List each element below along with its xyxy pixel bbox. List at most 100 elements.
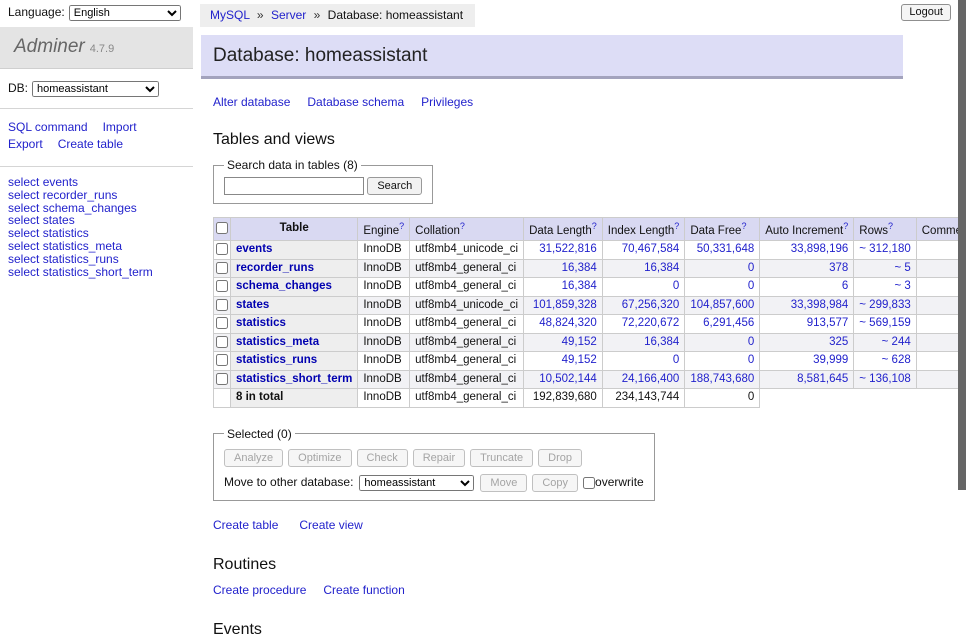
select-link-statistics-short-term[interactable]: select (8, 265, 39, 279)
column-help-link[interactable]: ? (843, 221, 848, 231)
rows-value[interactable]: ~ 312,180 (859, 243, 910, 255)
auto-increment-value[interactable]: 33,398,984 (791, 299, 849, 311)
data-length-value[interactable]: 48,824,320 (539, 317, 597, 329)
index-length-value[interactable]: 0 (673, 280, 679, 292)
breadcrumb-server[interactable]: Server (271, 8, 306, 22)
row-checkbox-states[interactable] (216, 299, 228, 311)
table-name-link-recorder-runs[interactable]: recorder_runs (236, 262, 314, 274)
rows-value[interactable]: ~ 136,108 (859, 373, 910, 385)
column-header-data-free: Data Free? (685, 218, 760, 241)
overwrite-label: overwrite (595, 475, 644, 489)
table-name-link-statistics[interactable]: statistics (236, 317, 286, 329)
sidebar-action-export[interactable]: Export (8, 137, 43, 151)
table-name-link-states[interactable]: states (236, 299, 269, 311)
data-free-value[interactable]: 0 (748, 280, 754, 292)
sidebar-action-sql-command[interactable]: SQL command (8, 120, 88, 134)
table-name-link-statistics-meta[interactable]: statistics_meta (236, 336, 319, 348)
index-length-value[interactable]: 16,384 (644, 262, 679, 274)
create-view-link[interactable]: Create view (299, 518, 362, 532)
move-database-select[interactable]: homeassistant (359, 475, 474, 491)
data-free-value[interactable]: 104,857,600 (690, 299, 754, 311)
table-name-link-schema-changes[interactable]: schema_changes (236, 280, 332, 292)
auto-increment-value[interactable]: 913,577 (807, 317, 849, 329)
rows-value[interactable]: ~ 3 (894, 280, 910, 292)
table-name-link-events[interactable]: events (236, 243, 272, 255)
column-help: ? (741, 221, 746, 232)
breadcrumb-mysql[interactable]: MySQL (210, 8, 250, 22)
column-help-link[interactable]: ? (674, 221, 679, 231)
data-free-value[interactable]: 0 (748, 262, 754, 274)
create-table-link[interactable]: Create table (213, 518, 278, 532)
data-length-value[interactable]: 101,859,328 (533, 299, 597, 311)
data-free-value[interactable]: 0 (748, 336, 754, 348)
search-input[interactable] (224, 177, 364, 195)
data-free-value[interactable]: 6,291,456 (703, 317, 754, 329)
index-length-value[interactable]: 67,256,320 (622, 299, 680, 311)
table-name-link-statistics-runs[interactable]: statistics_runs (236, 354, 317, 366)
row-checkbox-statistics-short-term[interactable] (216, 373, 228, 385)
index-length-value[interactable]: 0 (673, 354, 679, 366)
truncate-button: Truncate (470, 449, 533, 467)
search-button[interactable]: Search (367, 177, 422, 195)
sidebar-action-import[interactable]: Import (103, 120, 137, 134)
row-checkbox-schema-changes[interactable] (216, 280, 228, 292)
rows-value[interactable]: ~ 299,833 (859, 299, 910, 311)
column-help-link[interactable]: ? (592, 221, 597, 231)
data-free-value[interactable]: 0 (748, 354, 754, 366)
row-checkbox-statistics[interactable] (216, 317, 228, 329)
sidebar-action-create-table[interactable]: Create table (58, 137, 123, 151)
scrollbar-track[interactable] (958, 0, 966, 543)
auto-increment-value[interactable]: 33,898,196 (791, 243, 849, 255)
rows-value[interactable]: ~ 244 (882, 336, 911, 348)
data-length-value[interactable]: 10,502,144 (539, 373, 597, 385)
row-checkbox-recorder-runs[interactable] (216, 262, 228, 274)
column-help-link[interactable]: ? (460, 221, 465, 231)
row-checkbox-statistics-meta[interactable] (216, 336, 228, 348)
index-length-value[interactable]: 16,384 (644, 336, 679, 348)
auto-increment-value[interactable]: 39,999 (813, 354, 848, 366)
index-length-value[interactable]: 24,166,400 (622, 373, 680, 385)
rows-value[interactable]: ~ 628 (882, 354, 911, 366)
rows-value[interactable]: ~ 5 (894, 262, 910, 274)
create-procedure-link[interactable]: Create procedure (213, 583, 306, 597)
alter-database-link[interactable]: Alter database (213, 95, 290, 109)
rows-value[interactable]: ~ 569,159 (859, 317, 910, 329)
data-length-value[interactable]: 49,152 (562, 354, 597, 366)
rows-cell: ~ 3 (854, 278, 916, 297)
language-select[interactable]: English (69, 5, 181, 21)
data-free-value[interactable]: 188,743,680 (690, 373, 754, 385)
column-help-link[interactable]: ? (741, 221, 746, 231)
db-select[interactable]: homeassistant (32, 81, 159, 97)
overwrite-checkbox[interactable] (583, 477, 595, 489)
data-length-cell: 49,152 (524, 333, 603, 352)
data-length-value[interactable]: 31,522,816 (539, 243, 597, 255)
index-length-value[interactable]: 72,220,672 (622, 317, 680, 329)
routines-links: Create procedure Create function (213, 583, 903, 597)
database-schema-link[interactable]: Database schema (307, 95, 404, 109)
data-length-cell: 49,152 (524, 352, 603, 371)
auto-increment-value[interactable]: 378 (829, 262, 848, 274)
select-all-checkbox[interactable] (216, 222, 228, 234)
create-function-link[interactable]: Create function (323, 583, 404, 597)
row-checkbox-events[interactable] (216, 243, 228, 255)
index-length-value[interactable]: 70,467,584 (622, 243, 680, 255)
auto-increment-value[interactable]: 6 (842, 280, 848, 292)
row-checkbox-statistics-runs[interactable] (216, 354, 228, 366)
auto-increment-value[interactable]: 325 (829, 336, 848, 348)
logout-button[interactable]: Logout (901, 4, 951, 21)
table-row-states: statesInnoDButf8mb4_unicode_ci101,859,32… (214, 296, 966, 315)
privileges-link[interactable]: Privileges (421, 95, 473, 109)
app-title[interactable]: Adminer (14, 36, 85, 57)
data-length-value[interactable]: 16,384 (562, 280, 597, 292)
table-name-link-statistics-short-term[interactable]: statistics_short_term (236, 373, 352, 385)
scrollbar-thumb[interactable] (958, 0, 966, 490)
column-help-link[interactable]: ? (888, 221, 893, 231)
table-link-statistics-short-term[interactable]: statistics_short_term (43, 265, 153, 279)
analyze-button: Analyze (224, 449, 283, 467)
column-header-label: Rows (859, 225, 888, 237)
data-free-value[interactable]: 50,331,648 (697, 243, 755, 255)
auto-increment-value[interactable]: 8,581,645 (797, 373, 848, 385)
data-length-value[interactable]: 16,384 (562, 262, 597, 274)
column-help-link[interactable]: ? (399, 221, 404, 231)
data-length-value[interactable]: 49,152 (562, 336, 597, 348)
